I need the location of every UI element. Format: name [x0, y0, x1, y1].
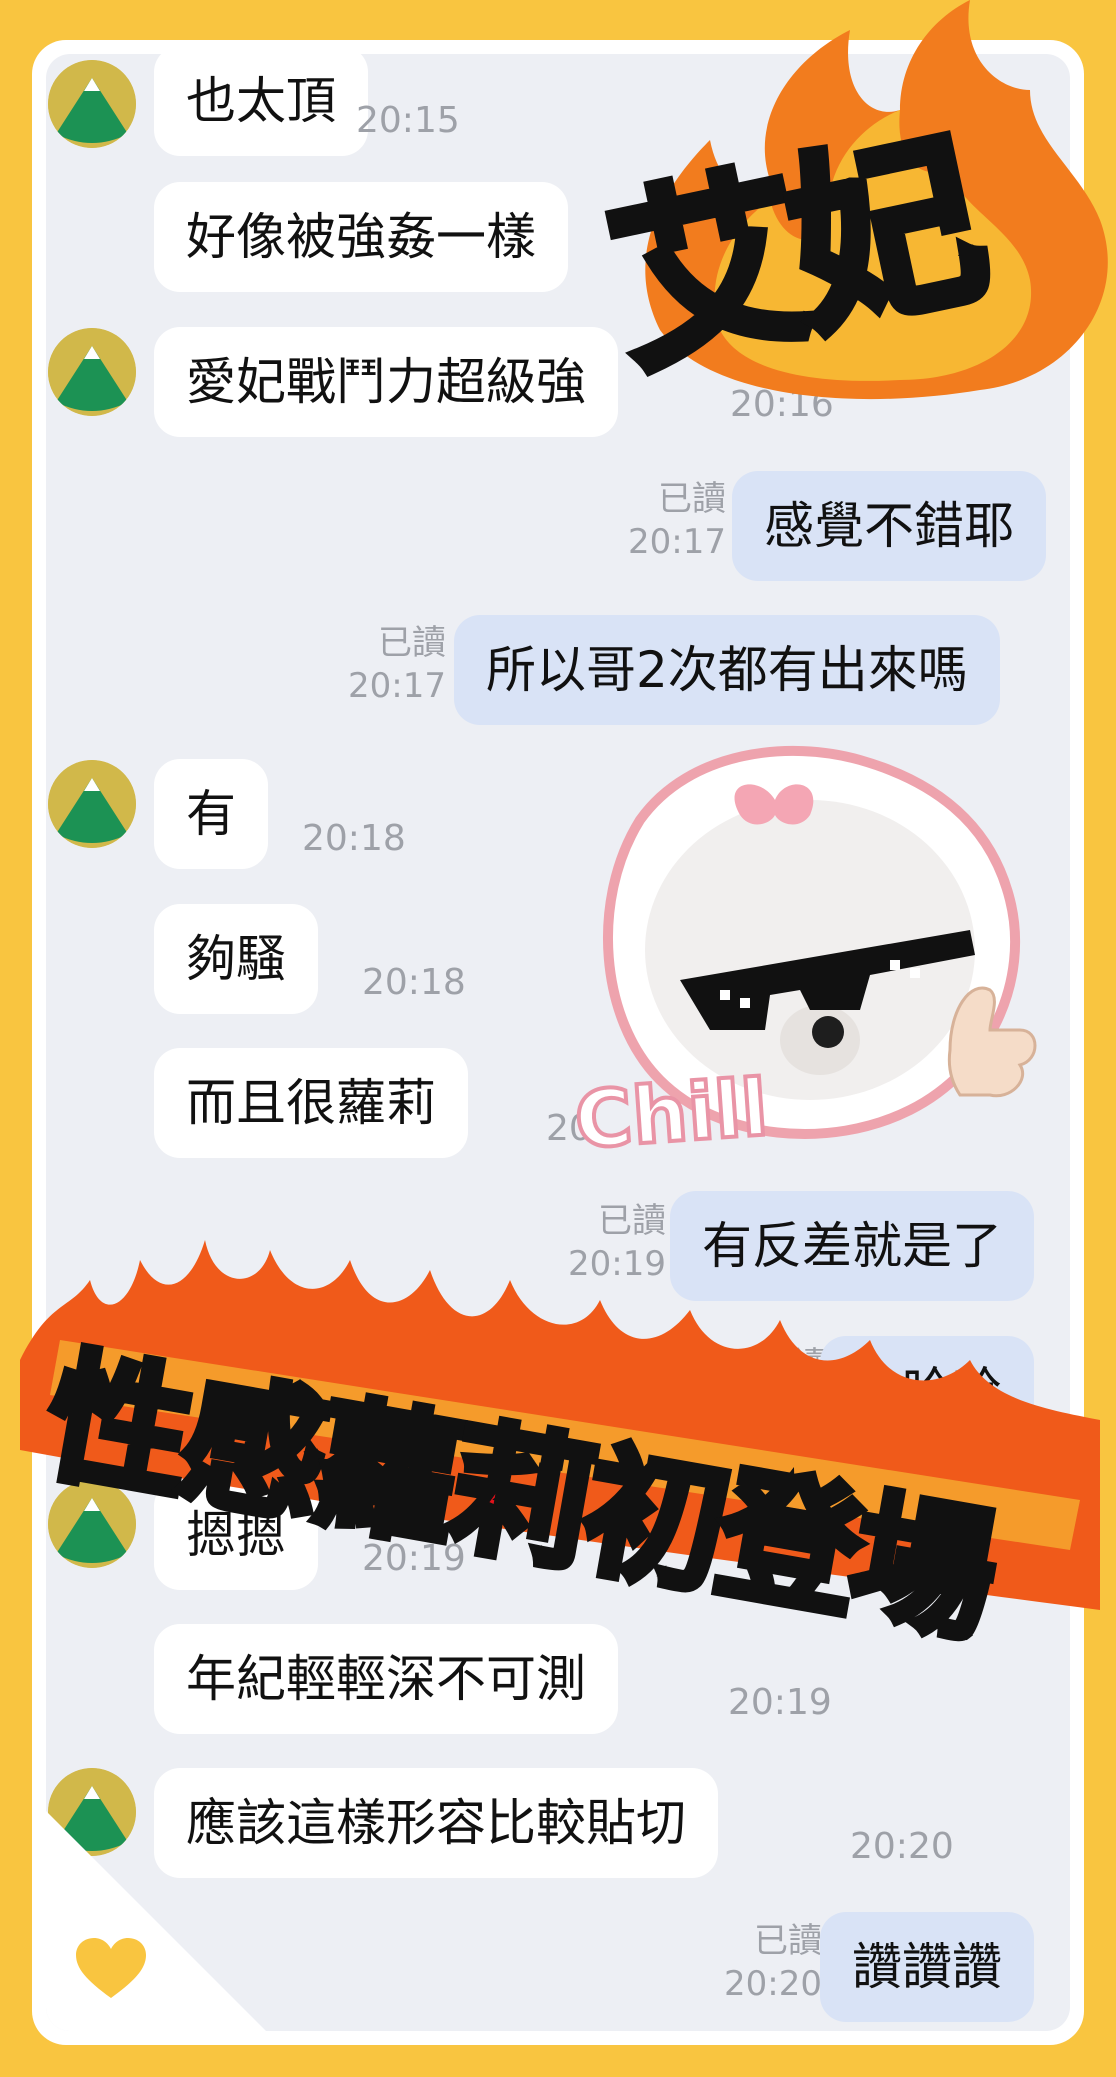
heart-icon[interactable] [76, 1938, 146, 2004]
message-bubble[interactable]: 有 [154, 759, 268, 869]
message-text: 感覺不錯耶 [764, 497, 1014, 555]
message-bubble[interactable]: 讚讚讚 [820, 1912, 1034, 2022]
message-bubble[interactable]: 感覺不錯耶 [732, 471, 1046, 581]
message-text: 有 [186, 785, 236, 843]
phone-frame: 也太頂 20:15 好像被強姦一樣 愛妃戰鬥力超級強 20:16 已讀 20:17… [0, 0, 1116, 2077]
read-receipt: 已讀 19 [758, 1345, 826, 1428]
message-bubble[interactable]: 愛妃戰鬥力超級強 [154, 327, 618, 437]
read-receipt: 已讀 20:20 [724, 1921, 822, 2004]
message-text: 所以哥2次都有出來嗎 [486, 641, 968, 699]
read-receipt: 已讀 20:17 [348, 623, 446, 706]
message-bubble[interactable]: 所以哥2次都有出來嗎 [454, 615, 1000, 725]
message-time: 20:18 [362, 962, 466, 1003]
message-bubble[interactable]: 好像被強姦一樣 [154, 182, 568, 292]
message-text: 年紀輕輕深不可測 [186, 1650, 586, 1708]
message-bubble[interactable]: 摁摁 [154, 1480, 318, 1590]
message-text: 哈哈哈 [852, 1362, 1002, 1420]
message-bubble[interactable]: 有反差就是了 [670, 1191, 1034, 1301]
message-bubble[interactable]: 也太頂 [154, 54, 368, 156]
message-text: 愛妃戰鬥力超級強 [186, 353, 586, 411]
message-text: 也太頂 [186, 72, 336, 130]
message-time: 20:16 [730, 384, 834, 425]
message-time: 20:18 [302, 818, 406, 859]
avatar[interactable] [48, 328, 136, 416]
message-time: 20:19 [362, 1538, 466, 1579]
message-text: 而且很蘿莉 [186, 1074, 436, 1132]
avatar[interactable] [48, 1480, 136, 1568]
message-time: 20 [546, 1108, 592, 1149]
message-bubble[interactable]: 夠騷 [154, 904, 318, 1014]
message-bubble[interactable]: 哈哈哈 [820, 1336, 1034, 1446]
message-bubble[interactable]: 而且很蘿莉 [154, 1048, 468, 1158]
message-text: 夠騷 [186, 930, 286, 988]
read-receipt: 已讀 20:19 [568, 1201, 666, 1284]
message-time: 20:20 [850, 1826, 954, 1867]
message-text: 摁摁 [186, 1506, 286, 1564]
read-receipt: 已讀 20:17 [628, 479, 726, 562]
message-text: 有反差就是了 [702, 1217, 1002, 1275]
chat-panel: 也太頂 20:15 好像被強姦一樣 愛妃戰鬥力超級強 20:16 已讀 20:17… [32, 40, 1084, 2045]
message-time: 20:19 [728, 1682, 832, 1723]
avatar[interactable] [48, 60, 136, 148]
chat-area: 也太頂 20:15 好像被強姦一樣 愛妃戰鬥力超級強 20:16 已讀 20:17… [46, 54, 1070, 2031]
message-text: 好像被強姦一樣 [186, 208, 536, 266]
message-time: 20:15 [356, 100, 460, 141]
avatar[interactable] [48, 760, 136, 848]
message-bubble[interactable]: 年紀輕輕深不可測 [154, 1624, 618, 1734]
message-text: 讚讚讚 [852, 1938, 1002, 1996]
